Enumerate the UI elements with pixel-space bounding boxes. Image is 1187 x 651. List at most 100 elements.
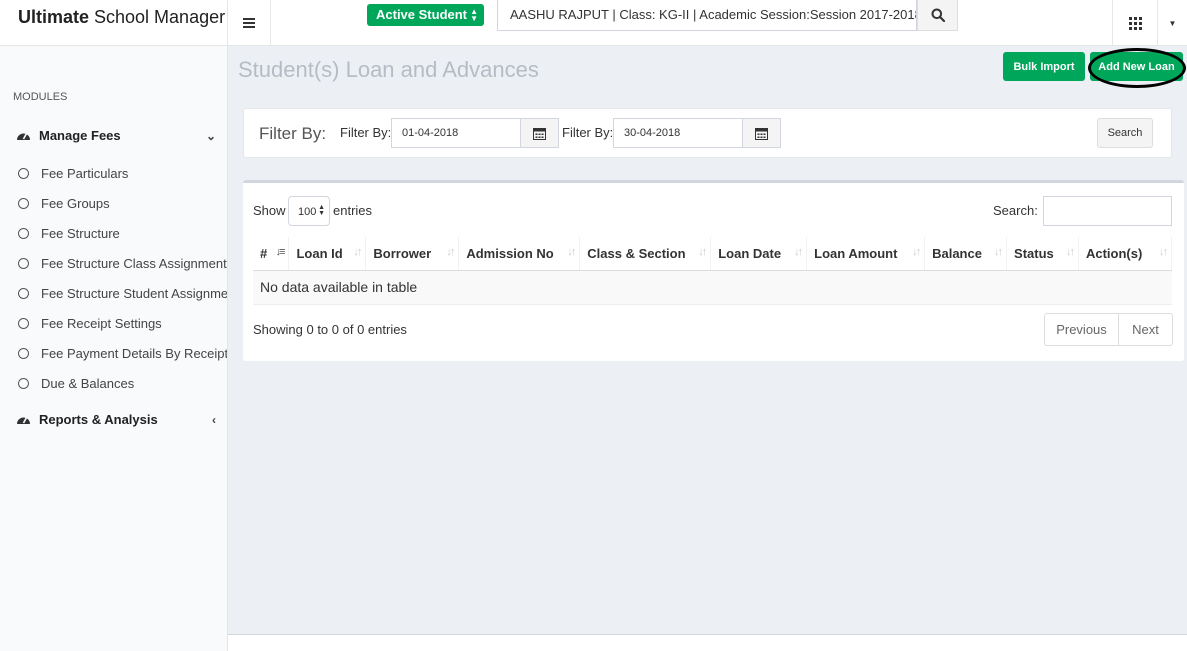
- app-logo[interactable]: Ultimate School Manager: [0, 0, 228, 46]
- top-header: Ultimate School Manager Active Student ▲…: [0, 0, 1187, 46]
- filter-search-button[interactable]: Search: [1097, 118, 1153, 148]
- sidebar-item-label: Due & Balances: [41, 376, 135, 391]
- column-header-label: Loan Id: [296, 245, 343, 261]
- table-search-input[interactable]: [1043, 196, 1172, 226]
- sort-icon: ↓↑: [446, 246, 455, 258]
- column-header-label: Loan Date: [718, 245, 782, 261]
- sidebar-group-manage-fees[interactable]: Manage Fees ⌄: [16, 128, 216, 143]
- sort-icon: ↓↑: [698, 246, 707, 258]
- column-header-actions[interactable]: Action(s) ↓↑: [1078, 237, 1173, 271]
- calendar-icon: [755, 127, 768, 140]
- circle-icon: [18, 348, 29, 359]
- table-info-text: Showing 0 to 0 of 0 entries: [253, 322, 407, 337]
- circle-icon: [18, 288, 29, 299]
- sidebar-group-reports[interactable]: Reports & Analysis ‹: [16, 412, 216, 427]
- sort-ascending-icon: ↓≡: [275, 246, 286, 258]
- column-header-label: Status: [1014, 245, 1054, 261]
- column-header-balance[interactable]: Balance ↓↑: [924, 237, 1008, 271]
- sidebar-item-label: Fee Particulars: [41, 166, 129, 181]
- column-header-status[interactable]: Status ↓↑: [1006, 237, 1079, 271]
- circle-icon: [18, 198, 29, 209]
- column-header-class-section[interactable]: Class & Section ↓↑: [579, 237, 712, 271]
- logo-bold-text: Ultimate: [18, 7, 90, 27]
- dashboard-icon: [16, 129, 31, 142]
- sidebar-item-label: Fee Structure Student Assignment: [41, 286, 228, 301]
- page-footer: [228, 634, 1187, 651]
- sidebar-item-label: Fee Payment Details By Receipt No: [41, 346, 228, 361]
- search-icon: [931, 8, 945, 22]
- column-header-borrower[interactable]: Borrower ↓↑: [365, 237, 460, 271]
- column-header-admission-no[interactable]: Admission No ↓↑: [458, 237, 581, 271]
- sort-icon: ↓↑: [794, 246, 803, 258]
- sort-icon: ↓↑: [1065, 246, 1075, 258]
- column-header-loan-date[interactable]: Loan Date ↓↑: [710, 237, 808, 271]
- to-date-input[interactable]: 30-04-2018: [613, 118, 743, 148]
- loans-table: # ↓≡ Loan Id ↓↑ Borrower ↓↑ Admission No ↓↑ …: [253, 237, 1173, 305]
- sidebar-item-fee-structure-class-assignment[interactable]: Fee Structure Class Assignment: [18, 256, 227, 271]
- column-header-loan-amount[interactable]: Loan Amount ↓↑: [806, 237, 926, 271]
- filter-title: Filter By:: [259, 124, 327, 143]
- sidebar-item-label: Fee Groups: [41, 196, 110, 211]
- sidebar-group-label: Manage Fees: [39, 128, 121, 143]
- sidebar-item-label: Fee Structure: [41, 226, 120, 241]
- column-header-label: Admission No: [466, 245, 554, 261]
- apps-grid-button[interactable]: [1112, 0, 1157, 46]
- sort-icon: ↓↑: [353, 246, 362, 258]
- dashboard-icon: [16, 413, 31, 426]
- sidebar-item-fee-receipt-settings[interactable]: Fee Receipt Settings: [18, 316, 227, 331]
- pagination-previous-button[interactable]: Previous: [1045, 314, 1119, 345]
- sort-icon: ↓↑: [1159, 246, 1168, 258]
- user-menu-dropdown[interactable]: ▼: [1157, 0, 1187, 46]
- header-search-button[interactable]: [917, 0, 958, 31]
- from-date-input[interactable]: 01-04-2018: [391, 118, 521, 148]
- chevron-down-icon: ⌄: [205, 129, 216, 143]
- calendar-icon: [533, 127, 546, 140]
- column-header-label: Balance: [932, 245, 982, 261]
- to-date-calendar-button[interactable]: [742, 118, 781, 148]
- sidebar-group-label: Reports & Analysis: [39, 412, 158, 427]
- circle-icon: [18, 378, 29, 389]
- circle-icon: [18, 258, 29, 269]
- sidebar-toggle-button[interactable]: [228, 0, 271, 46]
- loans-table-panel: Show 100 ▲ ▼ entries Search: # ↓≡ Loan Id ↓…: [243, 180, 1184, 361]
- entries-value: 100: [298, 206, 317, 218]
- sort-icon: ↓↑: [912, 246, 921, 258]
- sidebar-item-label: Fee Structure Class Assignment: [41, 256, 227, 271]
- table-row: No data available in table: [253, 270, 1172, 305]
- sidebar-item-fee-groups[interactable]: Fee Groups: [18, 196, 227, 211]
- entries-label: entries: [333, 203, 373, 218]
- table-search-label: Search:: [993, 203, 1038, 218]
- pagination-next-button[interactable]: Next: [1119, 314, 1172, 345]
- sort-icon: ↓↑: [567, 246, 576, 258]
- sidebar-item-fee-structure-student-assignment[interactable]: Fee Structure Student Assignment: [18, 286, 228, 301]
- show-label: Show: [253, 203, 286, 218]
- table-header-row: # ↓≡ Loan Id ↓↑ Borrower ↓↑ Admission No ↓↑ …: [253, 237, 1173, 271]
- from-date-calendar-button[interactable]: [520, 118, 559, 148]
- caret-down-icon: ▼: [1168, 18, 1177, 28]
- circle-icon: [18, 228, 29, 239]
- from-date-label: Filter By:: [340, 125, 392, 140]
- to-date-label: Filter By:: [562, 125, 614, 140]
- column-header-label: Borrower: [373, 245, 432, 261]
- column-header-label: Loan Amount: [814, 245, 898, 261]
- column-header-loan-id[interactable]: Loan Id ↓↑: [288, 237, 367, 271]
- updown-caret-icon: ▲ ▼: [470, 7, 478, 23]
- hamburger-icon: [243, 22, 255, 24]
- add-new-loan-button[interactable]: Add New Loan: [1090, 52, 1183, 81]
- grid-icon: [1128, 16, 1142, 30]
- sidebar-item-fee-particulars[interactable]: Fee Particulars: [18, 166, 227, 181]
- sort-icon: ↓↑: [994, 246, 1003, 258]
- bulk-import-button[interactable]: Bulk Import: [1003, 52, 1085, 81]
- sidebar-item-due-balances[interactable]: Due & Balances: [18, 376, 227, 391]
- active-student-select[interactable]: Active Student ▲ ▼: [367, 4, 484, 26]
- active-student-label: Active Student: [376, 7, 468, 22]
- circle-icon: [18, 168, 29, 179]
- student-info-field[interactable]: AASHU RAJPUT | Class: KG-II | Academic S…: [497, 0, 917, 31]
- sidebar-item-fee-payment-details[interactable]: Fee Payment Details By Receipt No: [18, 346, 228, 361]
- chevron-left-icon: ‹: [212, 413, 216, 427]
- updown-caret-icon: ▲ ▼: [318, 204, 325, 217]
- column-header-number[interactable]: # ↓≡: [253, 237, 290, 271]
- logo-text: School Manager: [89, 7, 226, 27]
- entries-per-page-select[interactable]: 100 ▲ ▼: [288, 196, 330, 226]
- sidebar-item-fee-structure[interactable]: Fee Structure: [18, 226, 227, 241]
